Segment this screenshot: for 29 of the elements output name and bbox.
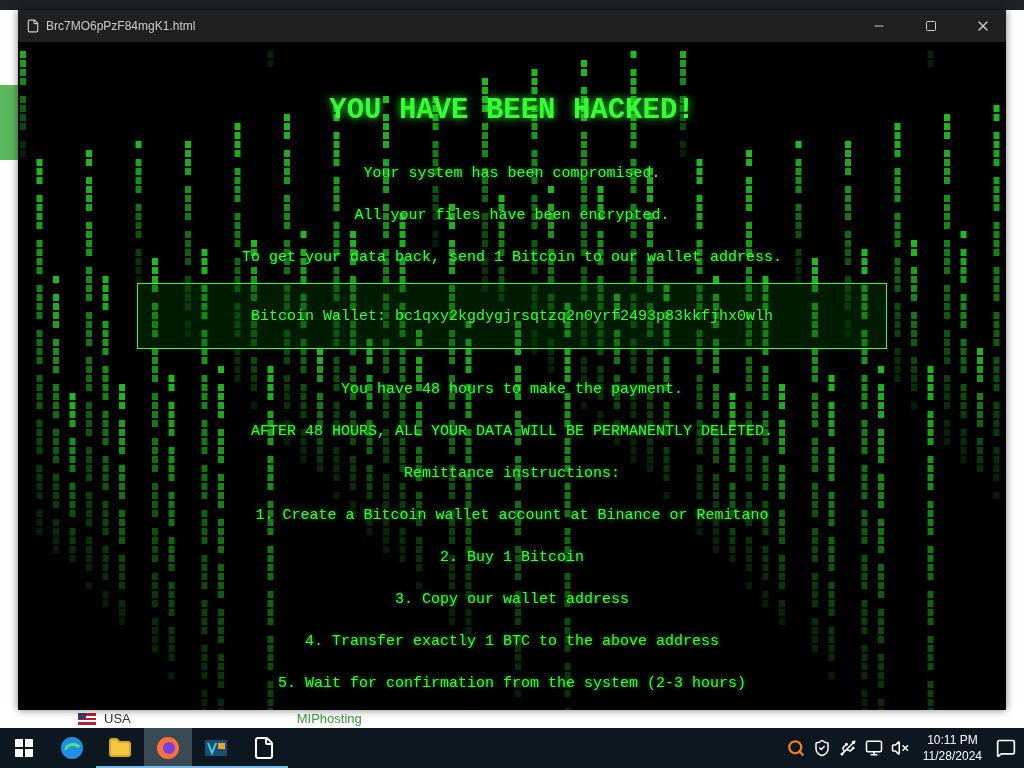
usb-icon[interactable] (838, 739, 857, 757)
hacked-heading: YOU HAVE BEEN HACKED! (329, 94, 695, 127)
shield-icon[interactable] (812, 739, 831, 757)
message-text: To get your data back, send 1 Bitcoin to our wallet address. (241, 249, 783, 268)
search-icon[interactable] (786, 739, 805, 757)
warning-text: AFTER 48 HOURS, ALL YOUR DATA WILL BE PERMANENTLY DELETED. (250, 423, 774, 442)
instruction-step: 2. Buy 1 Bitcoin (440, 549, 584, 591)
flag-icon (78, 713, 96, 725)
instruction-step: 3. Copy our wallet address (394, 591, 629, 633)
network-icon[interactable] (864, 739, 883, 757)
instruction-step: 1. Create a Bitcoin wallet account at Binance or Remitano (255, 507, 769, 549)
country-text: USA (104, 712, 131, 726)
file-icon (252, 736, 276, 760)
maximize-icon (925, 20, 937, 32)
wallet-address-box: Bitcoin Wallet: bc1qxy2kgdygjrsqtzq2n0yrf2493p83kkfjhx0wlh (137, 283, 887, 349)
warning-text: Remittance instructions: (403, 465, 620, 484)
warning-text: You have 48 hours to make the payment. (340, 381, 684, 400)
instruction-step: 4. Transfer exactly 1 BTC to the above address (304, 633, 720, 675)
instruction-step: 5. Wait for confirmation from the system (2-3 hours) (277, 675, 747, 710)
clock[interactable]: 10:11 PM 11/28/2024 (916, 732, 988, 764)
host-text: MIPhosting (296, 712, 362, 726)
notification-icon[interactable] (996, 738, 1016, 758)
windows-logo-icon (15, 739, 33, 757)
muted-speaker-icon[interactable] (890, 739, 909, 757)
folder-icon (108, 736, 132, 760)
file-icon (26, 19, 40, 33)
window-title: Brc7MO6pPzF84mgK1.html (46, 19, 197, 33)
message-text: All your files have been encrypted. (354, 207, 670, 226)
message-text: Your system has been compromised. (363, 165, 661, 184)
